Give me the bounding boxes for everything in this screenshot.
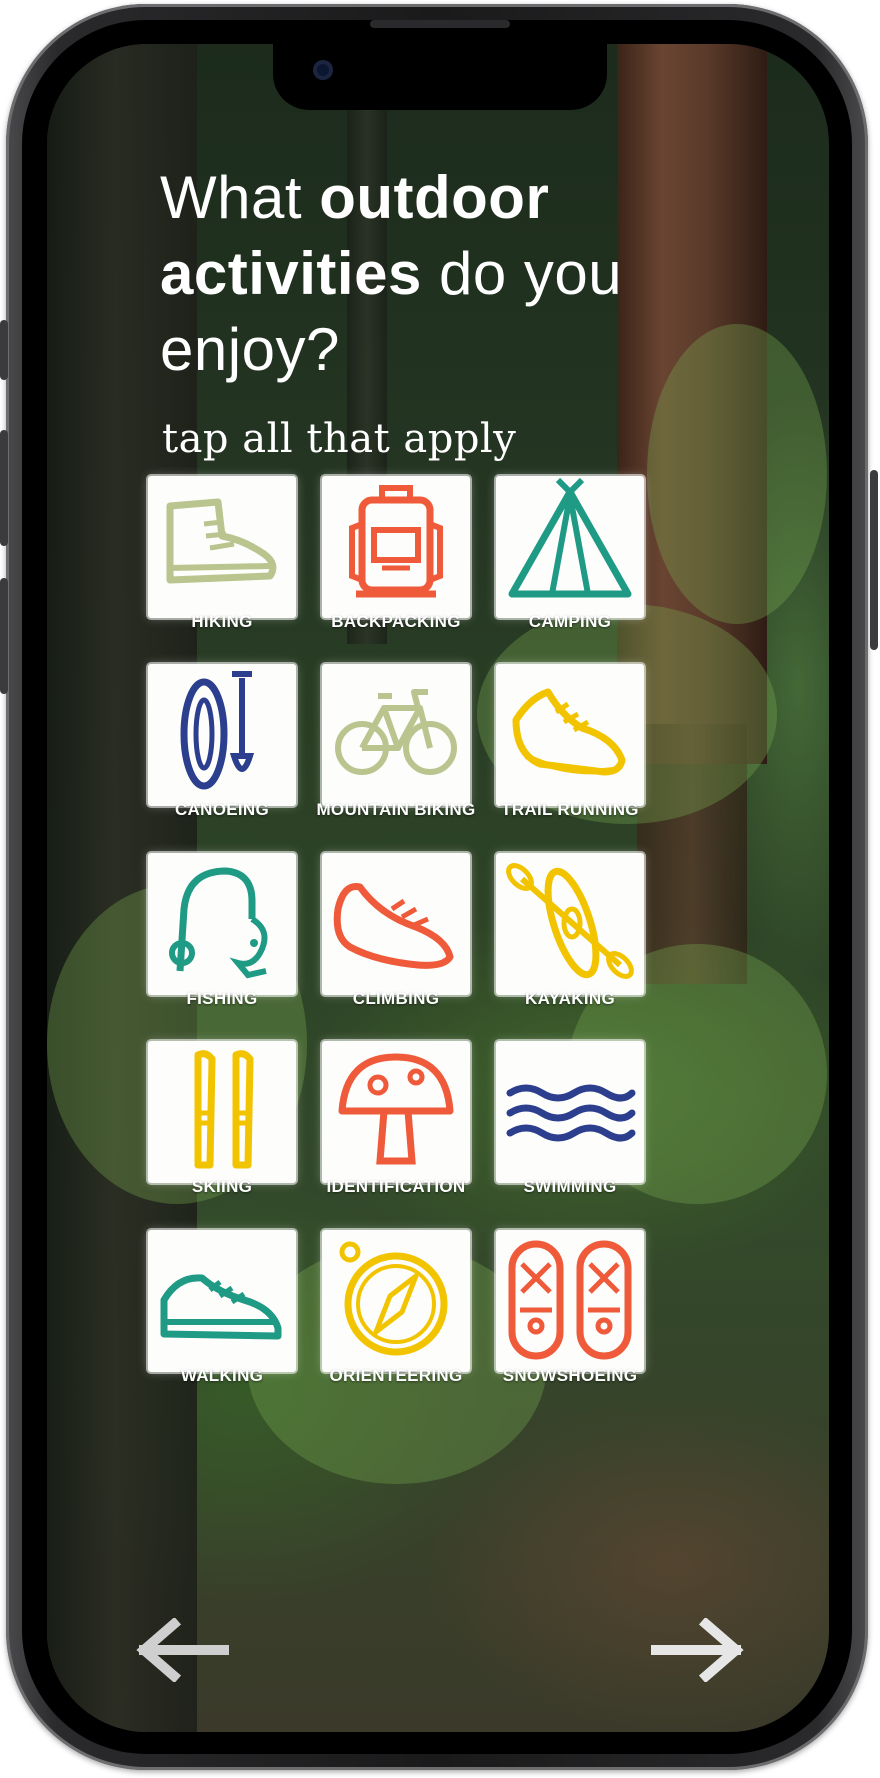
snowshoes-icon (508, 1240, 632, 1360)
activity-tile-hiking[interactable] (148, 476, 296, 618)
power-button (870, 470, 878, 650)
arrow-right-icon (651, 1616, 744, 1684)
activity-tile-canoeing[interactable] (148, 664, 296, 806)
activity-label: SKIING (191, 1177, 253, 1196)
activity-label: FISHING (186, 989, 258, 1008)
activity-label: TRAIL RUNNING (501, 800, 639, 819)
back-button[interactable] (134, 1616, 230, 1684)
volume-up-button (0, 430, 8, 546)
hiking-boot-icon (166, 498, 277, 584)
title-bold-outdoor: outdoor (319, 164, 550, 231)
activity-label: WALKING (180, 1366, 264, 1385)
activity-label: BACKPACKING (331, 612, 461, 631)
climbing-shoe-icon (333, 882, 454, 969)
activity-label: IDENTIFICATION (326, 1177, 466, 1196)
activity-tile-camping[interactable] (496, 476, 644, 618)
activity-label: MOUNTAIN BIKING (316, 800, 476, 819)
volume-down-button (0, 578, 8, 694)
activity-label: HIKING (191, 612, 253, 631)
activity-tile-fishing[interactable] (148, 853, 296, 995)
title-bold-activities: activities (160, 240, 422, 307)
activity-label: SWIMMING (523, 1177, 617, 1196)
next-button[interactable] (650, 1616, 746, 1684)
activity-tile-mountain-biking[interactable] (322, 664, 470, 806)
activity-tile-skiing[interactable] (148, 1041, 296, 1183)
activity-label: CAMPING (528, 612, 612, 631)
activity-tile-swimming[interactable] (496, 1041, 644, 1183)
sneaker-icon (160, 1274, 282, 1340)
activity-tile-orienteering[interactable] (322, 1230, 470, 1372)
activity-tile-kayaking[interactable] (496, 853, 644, 995)
canoe-paddle-icon (180, 671, 255, 790)
front-camera-icon (313, 60, 333, 80)
fishing-rod-icon (169, 867, 268, 979)
activity-tile-trail-running[interactable] (496, 664, 644, 806)
mushroom-icon (338, 1053, 454, 1165)
activity-label: SNOWSHOEING (502, 1366, 638, 1385)
activity-tile-snowshoeing[interactable] (496, 1230, 644, 1372)
activity-label: ORIENTEERING (329, 1366, 463, 1385)
compass-icon (339, 1241, 448, 1356)
kayak-icon (506, 863, 634, 979)
backpack-icon (349, 485, 443, 598)
activity-tile-backpacking[interactable] (322, 476, 470, 618)
activity-label: KAYAKING (525, 989, 615, 1008)
activity-tile-walking[interactable] (148, 1230, 296, 1372)
action-button (0, 320, 8, 380)
activity-tile-climbing[interactable] (322, 853, 470, 995)
page-title: What outdoor activities do you enjoy? (160, 160, 720, 388)
activity-label: CANOEING (174, 800, 269, 819)
activity-tile-identification[interactable] (322, 1041, 470, 1183)
bicycle-icon (335, 689, 457, 775)
skis-icon (194, 1050, 254, 1169)
running-shoe-icon (512, 688, 626, 776)
arrow-left-icon (136, 1616, 229, 1684)
title-text: What (160, 164, 320, 231)
page-subtitle: tap all that apply (162, 416, 517, 462)
activity-label: CLIMBING (352, 989, 440, 1008)
speaker-grille (370, 20, 510, 28)
tent-icon (508, 477, 632, 598)
waves-icon (506, 1084, 636, 1142)
